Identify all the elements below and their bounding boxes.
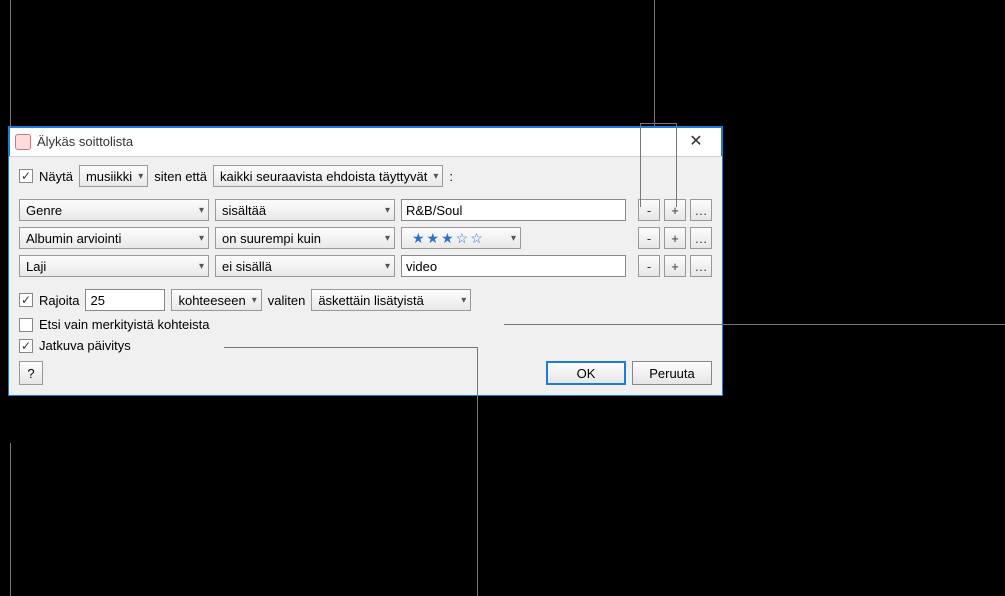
rule-value-input[interactable]: R&B/Soul: [401, 199, 626, 221]
callout-line: [10, 443, 11, 596]
callout-line: [224, 347, 477, 348]
rules-container: Genre▾sisältää▾R&B/Soul-+…Albumin arvioi…: [19, 199, 712, 277]
remove-rule-button[interactable]: -: [638, 255, 660, 277]
more-rule-button[interactable]: …: [690, 227, 712, 249]
limit-checkbox[interactable]: [19, 293, 33, 307]
add-rule-button[interactable]: +: [664, 227, 686, 249]
rule-value-text: R&B/Soul: [406, 203, 462, 218]
selected-by-value: äskettäin lisätyistä: [318, 293, 424, 308]
rule-field-dropdown[interactable]: Genre ▾: [19, 199, 209, 221]
chevron-down-icon: ▾: [138, 171, 143, 182]
chevron-down-icon: ▾: [511, 233, 516, 244]
cancel-button[interactable]: Peruuta: [632, 361, 712, 385]
callout-line: [477, 443, 478, 596]
rule-row: Genre ▾ sisältää ▾ R&B/Soul -+…: [19, 199, 712, 221]
chevron-down-icon: ▾: [385, 205, 390, 216]
more-rule-button[interactable]: …: [690, 199, 712, 221]
chevron-down-icon: ▾: [199, 261, 204, 272]
rule-row: Laji ▾ ei sisällä ▾ video -+…: [19, 255, 712, 277]
help-label: ?: [27, 366, 34, 381]
media-type-dropdown[interactable]: musiikki ▾: [79, 165, 148, 187]
chevron-down-icon: ▾: [199, 205, 204, 216]
when-label: siten että: [154, 169, 207, 184]
dialog-title: Älykäs soittolista: [37, 134, 676, 149]
match-rule-dropdown[interactable]: kaikki seuraavista ehdoista täyttyvät ▾: [213, 165, 443, 187]
rule-button-bar: -+…: [638, 255, 712, 277]
live-updating-row: Jatkuva päivitys: [19, 338, 712, 353]
callout-line: [640, 123, 641, 207]
rule-row: Albumin arviointi▾on suurempi kuin▾★★★☆☆…: [19, 227, 712, 249]
remove-rule-button[interactable]: -: [638, 199, 660, 221]
callout-line: [477, 347, 478, 443]
limit-label: Rajoita: [39, 293, 79, 308]
colon-label: :: [449, 169, 453, 184]
rule-op-dropdown[interactable]: sisältää ▾: [215, 199, 395, 221]
titlebar: Älykäs soittolista ✕: [9, 127, 722, 157]
chevron-down-icon: ▾: [385, 261, 390, 272]
rule-op-value: sisältää: [222, 203, 266, 218]
help-button[interactable]: ?: [19, 361, 43, 385]
rule-value-stars[interactable]: ★★★☆☆ ▾: [401, 227, 521, 249]
ok-label: OK: [577, 366, 596, 381]
rule-field-dropdown[interactable]: Albumin arviointi ▾: [19, 227, 209, 249]
remove-rule-button[interactable]: -: [638, 227, 660, 249]
rule-value-text: video: [406, 259, 437, 274]
limit-unit-dropdown[interactable]: kohteeseen ▾: [171, 289, 261, 311]
callout-line: [504, 324, 1005, 325]
smart-playlist-dialog: Älykäs soittolista ✕ Näytä musiikki ▾ si…: [8, 126, 723, 396]
chevron-down-icon: ▾: [199, 233, 204, 244]
more-rule-button[interactable]: …: [690, 255, 712, 277]
footer-row: ? OK Peruuta: [19, 361, 712, 385]
app-icon: [15, 134, 31, 150]
media-type-value: musiikki: [86, 169, 132, 184]
rule-value-input[interactable]: video: [401, 255, 626, 277]
add-rule-button[interactable]: +: [664, 255, 686, 277]
dialog-body: Näytä musiikki ▾ siten että kaikki seura…: [9, 157, 722, 395]
ok-button[interactable]: OK: [546, 361, 626, 385]
rule-op-value: on suurempi kuin: [222, 231, 321, 246]
callout-line: [654, 0, 655, 126]
chevron-down-icon: ▾: [252, 295, 257, 306]
limit-count-input[interactable]: 25: [85, 289, 165, 311]
stars-value: ★★★☆☆: [408, 230, 485, 247]
callout-line: [676, 123, 677, 207]
rule-button-bar: -+…: [638, 199, 712, 221]
live-updating-label: Jatkuva päivitys: [39, 338, 131, 353]
selected-by-label: valiten: [268, 293, 306, 308]
chevron-down-icon: ▾: [433, 171, 438, 182]
rule-field-value: Laji: [26, 259, 46, 274]
show-checkbox[interactable]: [19, 169, 33, 183]
close-button[interactable]: ✕: [676, 128, 716, 156]
rule-button-bar: -+…: [638, 227, 712, 249]
live-updating-checkbox[interactable]: [19, 339, 33, 353]
rule-field-value: Albumin arviointi: [26, 231, 121, 246]
rule-field-value: Genre: [26, 203, 62, 218]
callout-line: [10, 0, 11, 126]
rule-op-dropdown[interactable]: on suurempi kuin ▾: [215, 227, 395, 249]
chevron-down-icon: ▾: [461, 295, 466, 306]
limit-row: Rajoita 25 kohteeseen ▾ valiten äskettäi…: [19, 289, 712, 311]
rule-field-dropdown[interactable]: Laji ▾: [19, 255, 209, 277]
add-rule-button[interactable]: +: [664, 199, 686, 221]
selected-by-dropdown[interactable]: äskettäin lisätyistä ▾: [311, 289, 471, 311]
limit-count-value: 25: [90, 293, 104, 308]
limit-unit-value: kohteeseen: [178, 293, 245, 308]
rule-op-dropdown[interactable]: ei sisällä ▾: [215, 255, 395, 277]
match-rule-row: Näytä musiikki ▾ siten että kaikki seura…: [19, 165, 712, 187]
callout-line: [640, 123, 676, 124]
show-label: Näytä: [39, 169, 73, 184]
match-rule-value: kaikki seuraavista ehdoista täyttyvät: [220, 169, 427, 184]
checked-only-checkbox[interactable]: [19, 318, 33, 332]
cancel-label: Peruuta: [649, 366, 695, 381]
chevron-down-icon: ▾: [385, 233, 390, 244]
checked-only-label: Etsi vain merkityistä kohteista: [39, 317, 210, 332]
rule-op-value: ei sisällä: [222, 259, 272, 274]
